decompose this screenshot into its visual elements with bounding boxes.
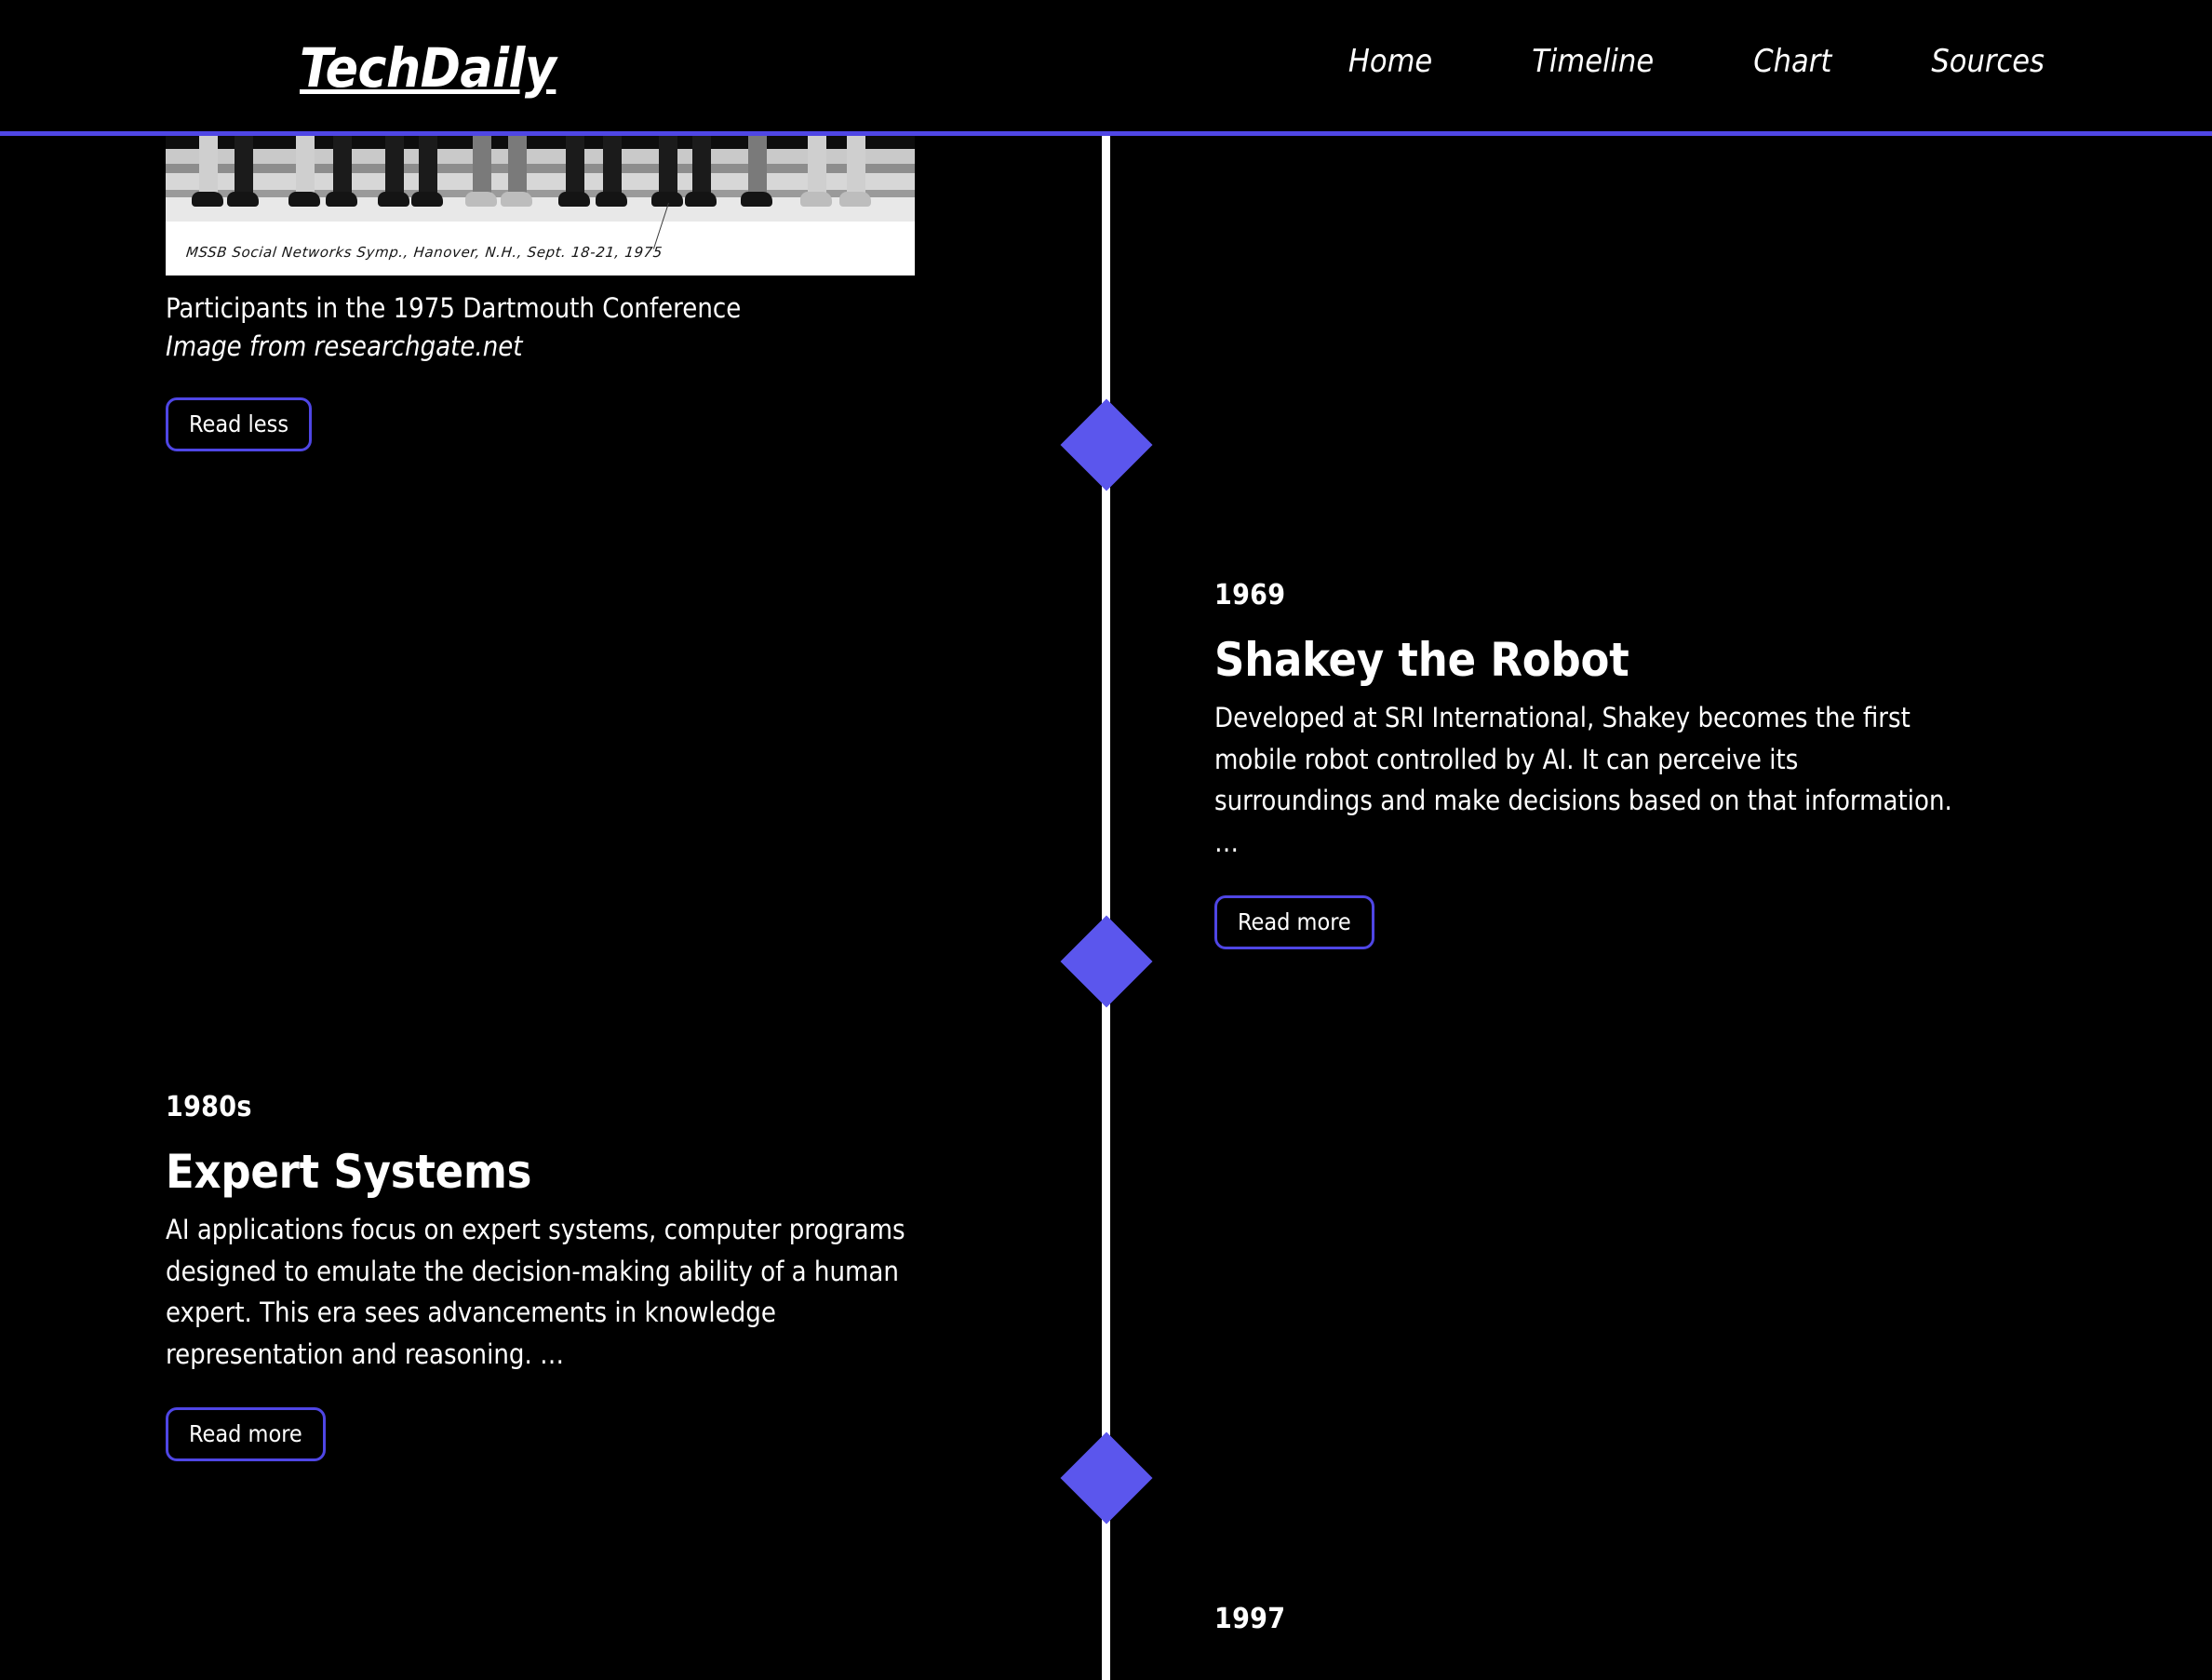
entry-year: 1997 [1214,1603,1286,1635]
read-more-button[interactable]: Read more [1214,894,1374,949]
site-header: TechDaily Home Timeline Chart Sources [0,0,2212,136]
entry-body: AI applications focus on expert systems,… [166,1214,905,1370]
nav-link-sources[interactable]: Sources [1931,44,2044,79]
photo-handwritten-caption: MSSB Social Networks Symp., Hanover, N.H… [185,244,664,261]
nav-link-timeline[interactable]: Timeline [1532,44,1654,79]
nav-link-home[interactable]: Home [1348,44,1432,79]
nav-link-chart[interactable]: Chart [1753,44,1831,79]
entry-body: Developed at SRI International, Shakey b… [1214,702,1952,858]
timeline-entry-shakey: 1969 Shakey the Robot Developed at SRI I… [1214,582,1959,949]
read-less-button[interactable]: Read less [166,397,313,452]
expanded-entry-media: MSSB Social Networks Symp., Hanover, N.H… [166,136,915,452]
brand-logo[interactable]: TechDaily [300,41,556,95]
timeline-entry-expert-systems: 1980s Expert Systems AI applications foc… [166,1094,919,1461]
entry-title: Shakey the Robot [1214,633,1629,687]
timeline-marker-diamond [1060,1431,1153,1525]
timeline-marker-diamond [1060,915,1153,1008]
entry-year: 1969 [1214,579,1286,612]
timeline-marker-diamond [1060,398,1153,491]
timeline-entry-1997: 1997 [1214,1606,1959,1633]
media-caption: Participants in the 1975 Dartmouth Confe… [166,292,742,324]
media-credit: Image from researchgate.net [166,330,523,363]
photo-legs-row [166,136,915,222]
entry-title: Expert Systems [166,1145,532,1199]
read-more-button[interactable]: Read more [166,1406,326,1461]
entry-year: 1980s [166,1091,252,1123]
conference-photo: MSSB Social Networks Symp., Hanover, N.H… [166,136,915,276]
main-nav: Home Timeline Chart Sources [1348,44,2044,79]
